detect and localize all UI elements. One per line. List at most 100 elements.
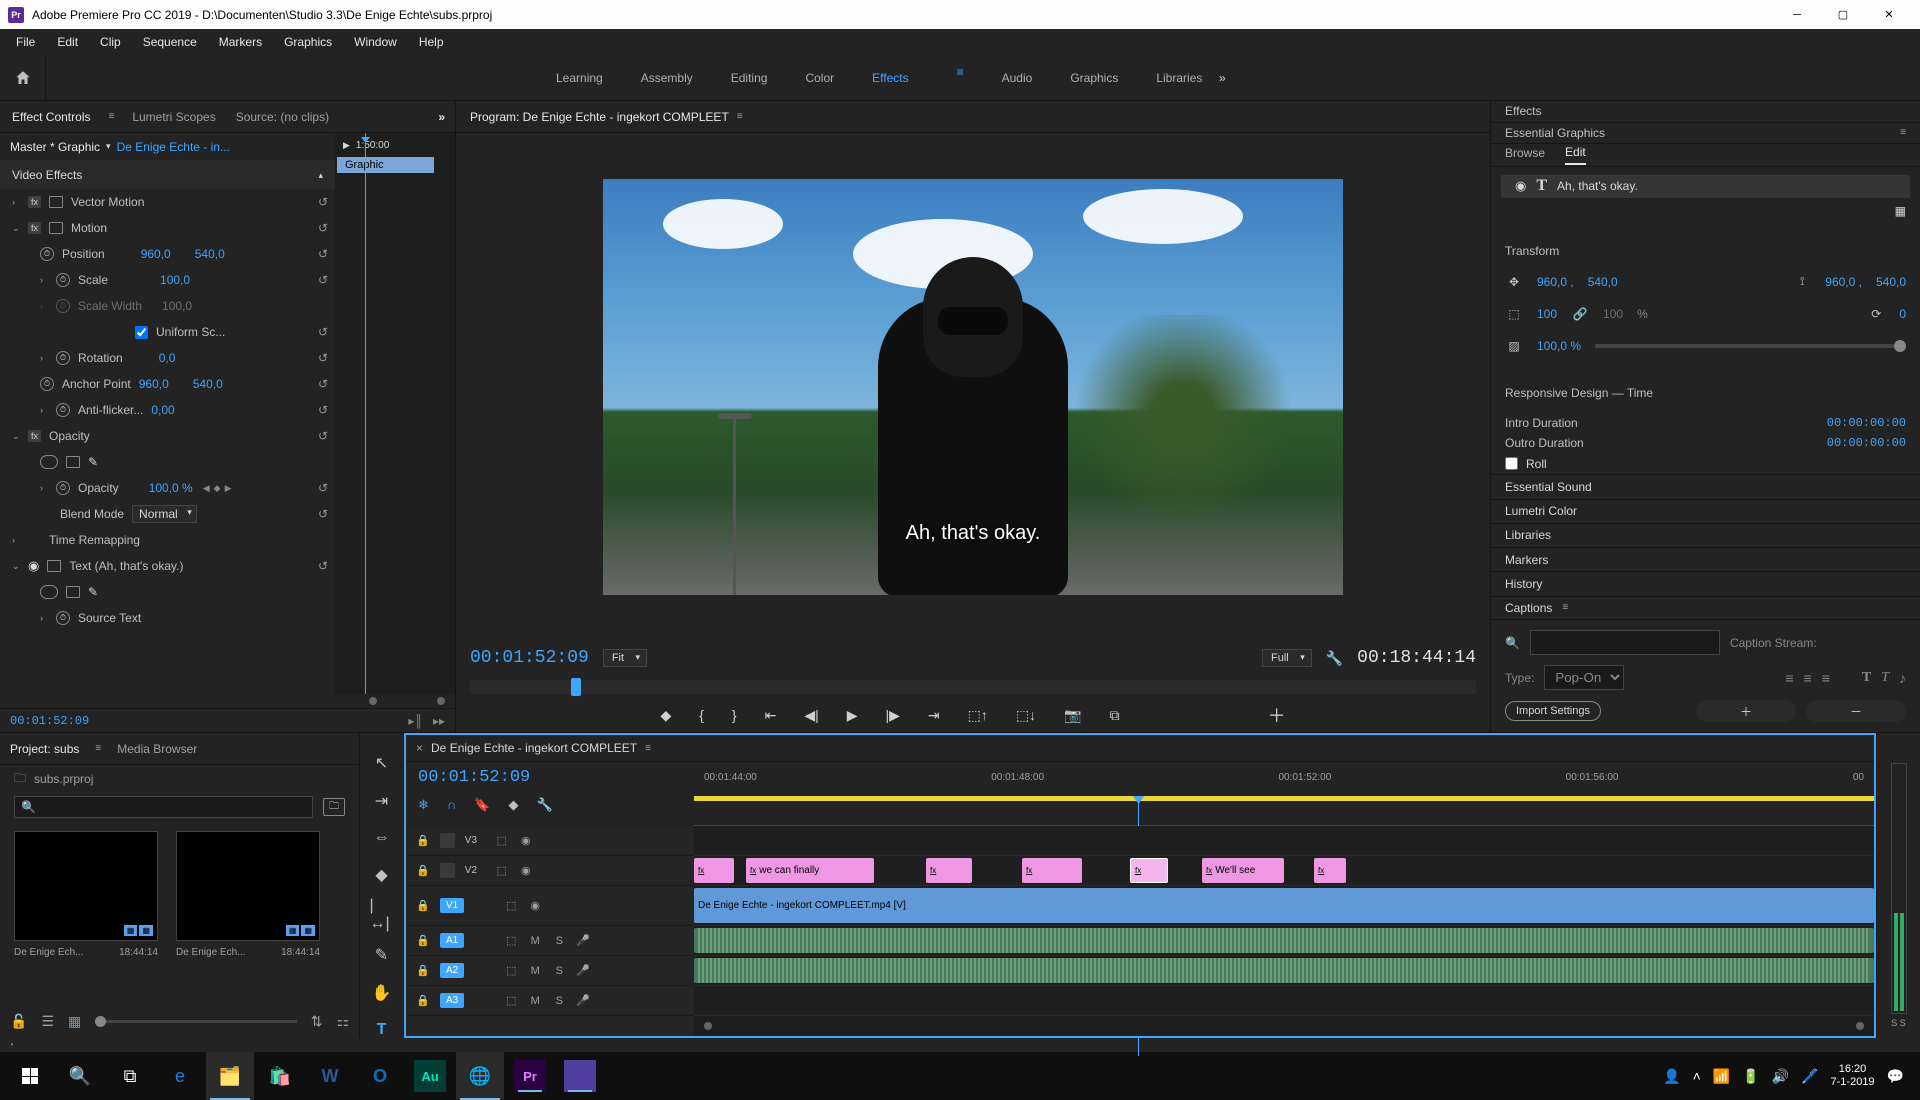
- lock-icon[interactable]: 🔒: [416, 834, 430, 847]
- reset-icon[interactable]: ↺: [318, 377, 328, 391]
- ripple-edit-tool[interactable]: ⇔: [370, 829, 394, 847]
- step-back-button[interactable]: ◀|: [804, 707, 818, 724]
- track-target[interactable]: A2: [440, 963, 464, 978]
- workspace-audio[interactable]: Audio: [1002, 65, 1033, 91]
- play-button[interactable]: ▶: [847, 707, 858, 724]
- reset-icon[interactable]: ↺: [318, 325, 328, 339]
- out-point-button[interactable]: }: [732, 707, 737, 723]
- graphic-clip[interactable]: fxwe can finally: [746, 858, 874, 883]
- track-v2[interactable]: fxfxwe can finallyfxfxfxfxWe'll seefx: [694, 856, 1874, 886]
- position-icon[interactable]: ✥: [1505, 275, 1523, 289]
- mic-icon[interactable]: 🎤: [576, 934, 590, 947]
- reset-icon[interactable]: ↺: [318, 507, 328, 521]
- sync-lock-icon[interactable]: ⬚: [504, 934, 518, 947]
- rotation-value[interactable]: 0,0: [159, 351, 176, 365]
- sync-lock-icon[interactable]: ⬚: [504, 994, 518, 1007]
- stopwatch-icon[interactable]: ⏱: [56, 403, 70, 417]
- tab-lumetri-scopes[interactable]: Lumetri Scopes: [130, 106, 217, 128]
- lock-icon[interactable]: 🔒: [416, 899, 430, 912]
- tab-effect-controls[interactable]: Effect Controls: [10, 106, 92, 128]
- program-current-timecode[interactable]: 00:01:52:09: [470, 648, 589, 668]
- project-item[interactable]: ▦▦ De Enige Ech... 18:44:14: [176, 831, 320, 994]
- menu-sequence[interactable]: Sequence: [133, 31, 207, 53]
- toggle-icon[interactable]: ▸║: [408, 714, 423, 728]
- tf-anchor-y[interactable]: 540,0: [1876, 275, 1906, 289]
- marker-button[interactable]: ◆: [660, 707, 671, 724]
- mask-ellipse-icon[interactable]: [40, 455, 58, 469]
- menu-help[interactable]: Help: [409, 31, 454, 53]
- eg-tab-edit[interactable]: Edit: [1565, 145, 1586, 165]
- taskbar-search[interactable]: 🔍: [56, 1052, 104, 1100]
- essential-graphics-header[interactable]: Essential Graphics ≡: [1491, 123, 1920, 145]
- mask-pen-icon[interactable]: ✎: [88, 585, 98, 599]
- go-to-in-button[interactable]: ⇤: [765, 707, 777, 724]
- panel-menu-icon[interactable]: ≡: [737, 111, 743, 122]
- sort-icon[interactable]: ⇅: [311, 1013, 323, 1030]
- twirl-icon[interactable]: ›: [40, 353, 48, 363]
- battery-icon[interactable]: 🔋: [1742, 1068, 1759, 1085]
- step-forward-button[interactable]: |▶: [886, 707, 900, 724]
- taskbar-store[interactable]: 🛍️: [256, 1052, 304, 1100]
- minimize-button[interactable]: ─: [1774, 0, 1820, 29]
- stopwatch-icon[interactable]: ⏱: [56, 273, 70, 287]
- razor-tool[interactable]: ◆: [370, 865, 394, 885]
- track-header-a1[interactable]: 🔒 A1 ⬚ M S 🎤: [406, 926, 694, 956]
- mask-rect-icon[interactable]: [66, 456, 80, 468]
- sync-lock-icon[interactable]: ⬚: [495, 834, 509, 847]
- stopwatch-icon[interactable]: ⏱: [56, 481, 70, 495]
- taskbar-audition[interactable]: Au: [414, 1060, 446, 1092]
- accordion-essential-sound[interactable]: Essential Sound: [1491, 474, 1920, 498]
- caption-type-dropdown[interactable]: Pop-On: [1544, 665, 1624, 690]
- accordion-libraries[interactable]: Libraries: [1491, 523, 1920, 547]
- mask-ellipse-icon[interactable]: [40, 585, 58, 599]
- stopwatch-icon[interactable]: ⏱: [56, 611, 70, 625]
- mic-icon[interactable]: 🎤: [576, 994, 590, 1007]
- workspace-effects[interactable]: Effects: [872, 65, 908, 91]
- eye-icon[interactable]: ◉: [528, 899, 542, 912]
- align-center-icon[interactable]: ≡: [1804, 670, 1812, 686]
- track-select-tool[interactable]: ⇥: [370, 791, 394, 811]
- track-target[interactable]: A1: [440, 933, 464, 948]
- graphics-layer-item[interactable]: ◉ T Ah, that's okay.: [1501, 175, 1910, 198]
- eye-icon[interactable]: ◉: [519, 834, 533, 847]
- taskbar-premiere[interactable]: Pr: [514, 1060, 546, 1092]
- audio-clip[interactable]: [694, 958, 1874, 983]
- accordion-lumetri-color[interactable]: Lumetri Color: [1491, 499, 1920, 523]
- slip-tool[interactable]: |↔|: [370, 903, 394, 927]
- graphic-clip[interactable]: fx: [694, 858, 734, 883]
- tf-rotate[interactable]: 0: [1899, 307, 1906, 321]
- panel-menu-icon[interactable]: ≡: [108, 111, 114, 122]
- reset-icon[interactable]: ↺: [318, 351, 328, 365]
- zoom-handle[interactable]: [1856, 1022, 1864, 1030]
- wrench-icon[interactable]: 🔧: [536, 797, 552, 813]
- list-view-icon[interactable]: ☰: [41, 1013, 54, 1030]
- track-a2[interactable]: [694, 956, 1874, 986]
- effect-controls-timeline[interactable]: ▶ 1:50:00 Graphic: [335, 133, 455, 694]
- panel-menu-icon[interactable]: ≡: [1562, 602, 1568, 613]
- twirl-icon[interactable]: ›: [40, 405, 48, 415]
- track-header-v2[interactable]: 🔒 V2 ⬚ ◉: [406, 856, 694, 886]
- workspace-graphics[interactable]: Graphics: [1070, 65, 1118, 91]
- workspace-overflow[interactable]: »: [1202, 71, 1242, 85]
- taskbar-explorer[interactable]: 🗂️: [206, 1052, 254, 1100]
- tf-pos-x[interactable]: 960,0 ,: [1537, 275, 1574, 289]
- link-icon[interactable]: 🔗: [1571, 307, 1589, 321]
- collapse-icon[interactable]: ▴: [318, 170, 323, 181]
- maximize-button[interactable]: ▢: [1820, 0, 1866, 29]
- type-tool[interactable]: T: [370, 1021, 394, 1039]
- people-icon[interactable]: 👤: [1663, 1068, 1680, 1085]
- audio-clip[interactable]: [694, 928, 1874, 953]
- mute-icon[interactable]: M: [528, 995, 542, 1007]
- extract-button[interactable]: ⬚↓: [1016, 707, 1036, 724]
- scale-value[interactable]: 100,0: [160, 273, 190, 287]
- marker-add-icon[interactable]: 🔖: [474, 797, 490, 813]
- taskbar-outlook[interactable]: O: [356, 1052, 404, 1100]
- accordion-captions[interactable]: Captions ≡: [1491, 596, 1920, 621]
- anti-flicker-value[interactable]: 0,00: [151, 403, 174, 417]
- taskbar-word[interactable]: W: [306, 1052, 354, 1100]
- settings-icon[interactable]: ◆: [508, 797, 518, 813]
- accordion-history[interactable]: History: [1491, 571, 1920, 595]
- track-header-a3[interactable]: 🔒 A3 ⬚ M S 🎤: [406, 986, 694, 1016]
- pen-icon[interactable]: 🖊️: [1801, 1068, 1818, 1085]
- program-scrubber[interactable]: [470, 680, 1476, 694]
